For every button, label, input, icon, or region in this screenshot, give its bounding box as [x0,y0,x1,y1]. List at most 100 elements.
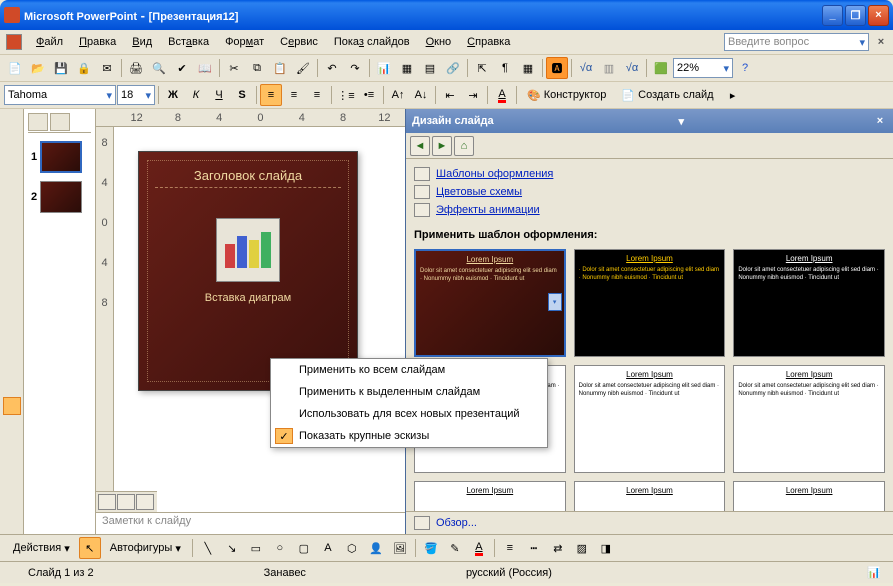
rail-btn-8[interactable] [3,373,21,391]
line-color-button[interactable]: ✎ [444,537,466,559]
diagram-button[interactable]: ⬡ [341,537,363,559]
template-thumbnail[interactable]: Lorem IpsumDolor sit amet consectetuer a… [733,249,885,357]
select-button[interactable]: ↖ [79,537,101,559]
rail-btn-active[interactable] [3,397,21,415]
email-button[interactable]: ✉ [96,57,118,79]
chart-button[interactable]: 📊 [373,57,395,79]
chart-placeholder-icon[interactable] [216,218,280,282]
tab-slides[interactable] [50,113,70,131]
rail-btn-6[interactable] [3,299,21,317]
rail-btn-3[interactable] [3,161,21,179]
permission-button[interactable]: 🔒 [73,57,95,79]
line-button[interactable]: ╲ [197,537,219,559]
rectangle-button[interactable]: ▭ [245,537,267,559]
show-formatting-button[interactable]: ¶ [494,57,516,79]
table-button[interactable]: ▦ [396,57,418,79]
rail-btn-1[interactable] [3,113,21,131]
thumb-image[interactable] [40,181,82,213]
align-right-button[interactable]: ≡ [306,84,328,106]
cut-button[interactable]: ✂ [223,57,245,79]
equation3-button[interactable]: √α [621,57,643,79]
slide-subtitle[interactable]: Вставка диаграм [155,292,341,304]
dash-style-button[interactable]: ┅ [523,537,545,559]
bullets-button[interactable]: •≡ [358,84,380,106]
undo-button[interactable]: ↶ [321,57,343,79]
nav-home-button[interactable]: ⌂ [454,136,474,156]
minimize-button[interactable]: _ [822,5,843,26]
arrow-button[interactable]: ↘ [221,537,243,559]
decrease-indent-button[interactable]: ⇤ [439,84,461,106]
increase-font-button[interactable]: A↑ [387,84,409,106]
status-lang[interactable]: русский (Россия) [446,567,572,579]
tab-outline[interactable] [28,113,48,131]
template-thumbnail[interactable]: Lorem Ipsum [414,481,566,511]
tables-borders-button[interactable]: ▤ [419,57,441,79]
shadow-style-button[interactable]: ▨ [571,537,593,559]
menu-insert[interactable]: Вставка [160,33,217,51]
font-color-button[interactable]: A [491,84,513,106]
menu-format[interactable]: Формат [217,33,272,51]
new-slide-button[interactable]: 📄 Создать слайд [614,84,720,106]
close-button[interactable]: × [868,5,889,26]
align-left-button[interactable]: ≡ [260,84,282,106]
align-center-button[interactable]: ≡ [283,84,305,106]
maximize-button[interactable]: ❐ [845,5,866,26]
template-thumbnail[interactable]: Lorem IpsumDolor sit amet consectetuer a… [733,365,885,473]
arrow-style-button[interactable]: ⇄ [547,537,569,559]
view-normal-button[interactable] [98,494,116,510]
template-thumbnail[interactable]: Lorem IpsumDolor sit amet consectetuer a… [414,249,566,357]
underline-button[interactable]: Ч [208,84,230,106]
nav-back-button[interactable]: ◄ [410,136,430,156]
taskpane-close-button[interactable]: × [873,115,887,127]
print-button[interactable]: 🖨 [125,57,147,79]
rail-btn-5[interactable] [3,275,21,293]
taskpane-dropdown[interactable]: ▾ [674,115,688,128]
font-color-draw-button[interactable]: A [468,537,490,559]
menu-tools[interactable]: Сервис [272,33,326,51]
menu-help[interactable]: Справка [459,33,518,51]
taskpane-link[interactable]: Шаблоны оформления [414,165,885,183]
research-button[interactable]: 📖 [194,57,216,79]
rail-btn-7[interactable] [3,349,21,367]
context-menu-item[interactable]: ✓Показать крупные эскизы [271,425,547,447]
new-button[interactable]: 📄 [4,57,26,79]
help-question-input[interactable]: Введите вопрос [724,33,869,51]
template-thumbnail[interactable]: Lorem IpsumDolor sit amet consectetuer a… [574,365,726,473]
bold-button[interactable]: Ж [162,84,184,106]
decrease-font-button[interactable]: A↓ [410,84,432,106]
slide-area[interactable]: Заголовок слайда Вставка диаграм [114,127,405,512]
view-slideshow-button[interactable] [136,494,154,510]
numbering-button[interactable]: ⋮≡ [335,84,357,106]
autoshapes-button[interactable]: Автофигуры ▾ [103,537,188,559]
3d-style-button[interactable]: ◨ [595,537,617,559]
template-thumbnail[interactable]: Lorem Ipsum [574,481,726,511]
spellcheck-button[interactable]: ✔ [171,57,193,79]
actions-button[interactable]: Действия ▾ [6,537,77,559]
context-menu-item[interactable]: Применить к выделенным слайдам [271,381,547,403]
slide-title[interactable]: Заголовок слайда [155,168,341,188]
grid-button[interactable]: ▦ [517,57,539,79]
color-button[interactable]: 🅰 [546,57,568,79]
menu-window[interactable]: Окно [418,33,460,51]
help-button[interactable]: ? [734,57,756,79]
paste-button[interactable]: 📋 [269,57,291,79]
thumbnail[interactable]: 1 [28,141,91,173]
context-menu-item[interactable]: Применить ко всем слайдам [271,359,547,381]
status-icon[interactable]: 📊 [863,562,885,584]
copy-button[interactable]: ⧉ [246,57,268,79]
rail-btn-2[interactable] [3,137,21,155]
oval-button[interactable]: ○ [269,537,291,559]
context-menu-item[interactable]: Использовать для всех новых презентаций [271,403,547,425]
template-thumbnail[interactable]: Lorem Ipsum· Dolor sit amet consectetuer… [574,249,726,357]
slide[interactable]: Заголовок слайда Вставка диаграм [138,151,358,391]
expand-button[interactable]: ⇱ [471,57,493,79]
wordart-button[interactable]: A [317,537,339,559]
increase-indent-button[interactable]: ⇥ [462,84,484,106]
template-thumbnail[interactable]: Lorem Ipsum [733,481,885,511]
font-combo[interactable]: Tahoma [4,85,116,105]
thumbnail[interactable]: 2 [28,181,91,213]
taskpane-link[interactable]: Цветовые схемы [414,183,885,201]
taskpane-link[interactable]: Эффекты анимации [414,201,885,219]
hyperlink-button[interactable]: 🔗 [442,57,464,79]
designer-button[interactable]: 🎨 Конструктор [520,84,613,106]
